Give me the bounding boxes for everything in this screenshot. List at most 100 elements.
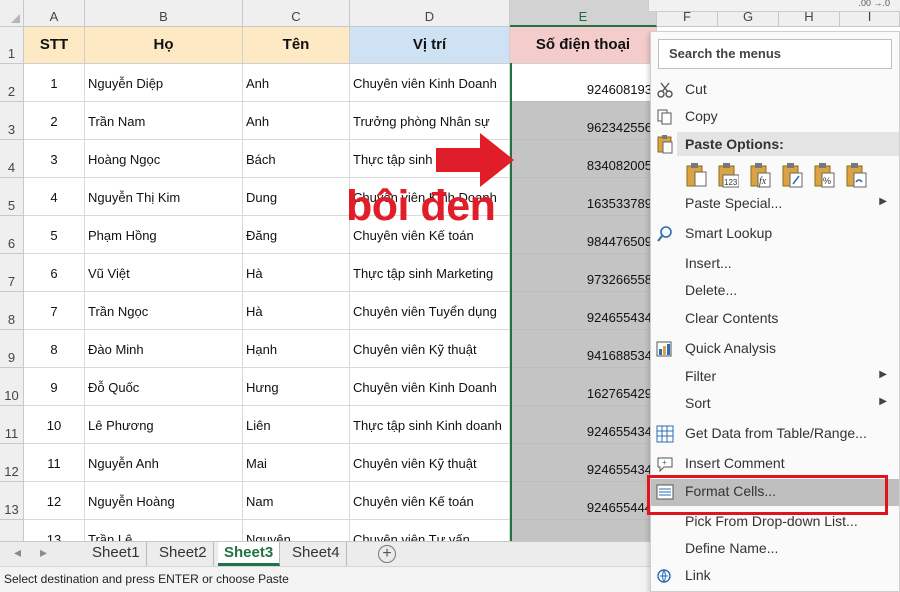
cell-ten[interactable]: Hà <box>243 254 350 292</box>
menu-item-copy[interactable]: Copy <box>651 104 899 130</box>
header-cell-stt[interactable]: STT <box>24 27 85 64</box>
cell-stt[interactable]: 8 <box>24 330 85 368</box>
menu-item-cut[interactable]: Cut <box>651 77 899 103</box>
column-header-a[interactable]: A <box>24 0 85 27</box>
header-cell-ten[interactable]: Tên <box>243 27 350 64</box>
cell-vitri[interactable]: Thực tập sinh Marketing <box>350 254 510 292</box>
cell-stt[interactable]: 7 <box>24 292 85 330</box>
menu-item-delete[interactable]: Delete... <box>651 278 899 304</box>
menu-item-define-name[interactable]: Define Name... <box>651 536 899 562</box>
cell-stt[interactable]: 12 <box>24 482 85 520</box>
cell-stt[interactable]: 10 <box>24 406 85 444</box>
row-header[interactable]: 10 <box>0 368 24 406</box>
cell-ten[interactable]: Mai <box>243 444 350 482</box>
cell-vitri[interactable]: Chuyên viên Kỹ thuật <box>350 444 510 482</box>
paste-transpose-icon[interactable] <box>781 160 803 188</box>
row-header[interactable]: 4 <box>0 140 24 178</box>
cell-vitri[interactable]: Chuyên viên Tuyển dụng <box>350 292 510 330</box>
paste-link-icon[interactable] <box>845 160 867 188</box>
row-header[interactable]: 14 <box>0 520 24 541</box>
cell-ho[interactable]: Lê Phương <box>85 406 243 444</box>
cell-ten[interactable]: Hạnh <box>243 330 350 368</box>
menu-item-quick-analysis[interactable]: Quick Analysis <box>651 336 899 362</box>
cell-vitri[interactable]: Chuyên viên Kinh Doanh <box>350 368 510 406</box>
tab-scroll-left-icon[interactable]: ◂ <box>14 544 21 561</box>
row-header[interactable]: 6 <box>0 216 24 254</box>
row-header[interactable]: 2 <box>0 64 24 102</box>
menu-item-smart-lookup[interactable]: Smart Lookup <box>651 221 899 247</box>
cell-stt[interactable]: 3 <box>24 140 85 178</box>
cell-ho[interactable]: Phạm Hồng <box>85 216 243 254</box>
cell-ten[interactable]: Bách <box>243 140 350 178</box>
tab-sheet2[interactable]: Sheet2 <box>153 542 214 566</box>
cell-ten[interactable]: Nam <box>243 482 350 520</box>
header-cell-vitri[interactable]: Vị trí <box>350 27 510 64</box>
row-header-1[interactable]: 1 <box>0 27 24 64</box>
cell-ten[interactable]: Hưng <box>243 368 350 406</box>
column-header-d[interactable]: D <box>350 0 510 27</box>
cell-stt[interactable]: 11 <box>24 444 85 482</box>
cell-ten[interactable]: Hà <box>243 292 350 330</box>
column-header-b[interactable]: B <box>85 0 243 27</box>
menu-item-get-data[interactable]: Get Data from Table/Range... <box>651 421 899 447</box>
cell-stt[interactable]: 4 <box>24 178 85 216</box>
cell-vitri[interactable]: Chuyên viên Kinh Doanh <box>350 64 510 102</box>
cell-stt[interactable]: 13 <box>24 520 85 541</box>
menu-item-link[interactable]: Link <box>651 563 899 589</box>
cell-stt[interactable]: 1 <box>24 64 85 102</box>
cell-ho[interactable]: Trần Ngọc <box>85 292 243 330</box>
cell-ho[interactable]: Đào Minh <box>85 330 243 368</box>
paste-icon[interactable] <box>685 160 707 188</box>
menu-item-insert[interactable]: Insert... <box>651 251 899 277</box>
paste-formatting-icon[interactable]: % <box>813 160 835 188</box>
cell-ten[interactable]: Liên <box>243 406 350 444</box>
menu-item-clear-contents[interactable]: Clear Contents <box>651 306 899 332</box>
cell-ho[interactable]: Nguyễn Thị Kim <box>85 178 243 216</box>
cell-ten[interactable]: Nguyên <box>243 520 350 541</box>
add-sheet-icon[interactable]: + <box>378 545 396 563</box>
cell-stt[interactable]: 5 <box>24 216 85 254</box>
row-header[interactable]: 3 <box>0 102 24 140</box>
header-cell-sdt[interactable]: Số điện thoại <box>510 27 657 64</box>
cell-ten[interactable]: Đăng <box>243 216 350 254</box>
cell-ten[interactable]: Dung <box>243 178 350 216</box>
column-header-e[interactable]: E <box>510 0 657 27</box>
tab-scroll-right-icon[interactable]: ▸ <box>40 544 47 561</box>
select-all-corner[interactable] <box>0 0 24 27</box>
row-header[interactable]: 12 <box>0 444 24 482</box>
menu-item-paste-special[interactable]: Paste Special... ▶ <box>651 191 899 217</box>
cell-ho[interactable]: Hoàng Ngọc <box>85 140 243 178</box>
cell-stt[interactable]: 2 <box>24 102 85 140</box>
row-header[interactable]: 13 <box>0 482 24 520</box>
menu-item-insert-comment[interactable]: + Insert Comment <box>651 451 899 477</box>
tab-sheet3[interactable]: Sheet3 <box>218 542 281 566</box>
cell-ho[interactable]: Trần Nam <box>85 102 243 140</box>
paste-formulas-icon[interactable]: fx <box>749 160 771 188</box>
cell-vitri[interactable]: Thực tập sinh Kinh doanh <box>350 406 510 444</box>
cell-ten[interactable]: Anh <box>243 102 350 140</box>
tab-sheet4[interactable]: Sheet4 <box>286 542 347 566</box>
cell-ten[interactable]: Anh <box>243 64 350 102</box>
menu-item-sort[interactable]: Sort ▶ <box>651 391 899 417</box>
row-header[interactable]: 5 <box>0 178 24 216</box>
cell-ho[interactable]: Trần Lê <box>85 520 243 541</box>
cell-ho[interactable]: Nguyễn Hoàng <box>85 482 243 520</box>
cell-stt[interactable]: 6 <box>24 254 85 292</box>
row-header[interactable]: 7 <box>0 254 24 292</box>
menu-search-input[interactable]: Search the menus <box>658 39 892 69</box>
cell-ho[interactable]: Nguyễn Diệp <box>85 64 243 102</box>
cell-ho[interactable]: Vũ Việt <box>85 254 243 292</box>
row-header[interactable]: 9 <box>0 330 24 368</box>
cell-vitri[interactable]: Chuyên viên Kế toán <box>350 482 510 520</box>
paste-values-icon[interactable]: 123 <box>717 160 739 188</box>
column-header-c[interactable]: C <box>243 0 350 27</box>
cell-ho[interactable]: Đỗ Quốc <box>85 368 243 406</box>
header-cell-ho[interactable]: Họ <box>85 27 243 64</box>
row-header[interactable]: 8 <box>0 292 24 330</box>
tab-sheet1[interactable]: Sheet1 <box>86 542 147 566</box>
cell-stt[interactable]: 9 <box>24 368 85 406</box>
cell-vitri[interactable]: Chuyên viên Kỹ thuật <box>350 330 510 368</box>
menu-item-filter[interactable]: Filter ▶ <box>651 364 899 390</box>
cell-vitri[interactable]: Chuyên viên Tư vấn <box>350 520 510 541</box>
row-header[interactable]: 11 <box>0 406 24 444</box>
